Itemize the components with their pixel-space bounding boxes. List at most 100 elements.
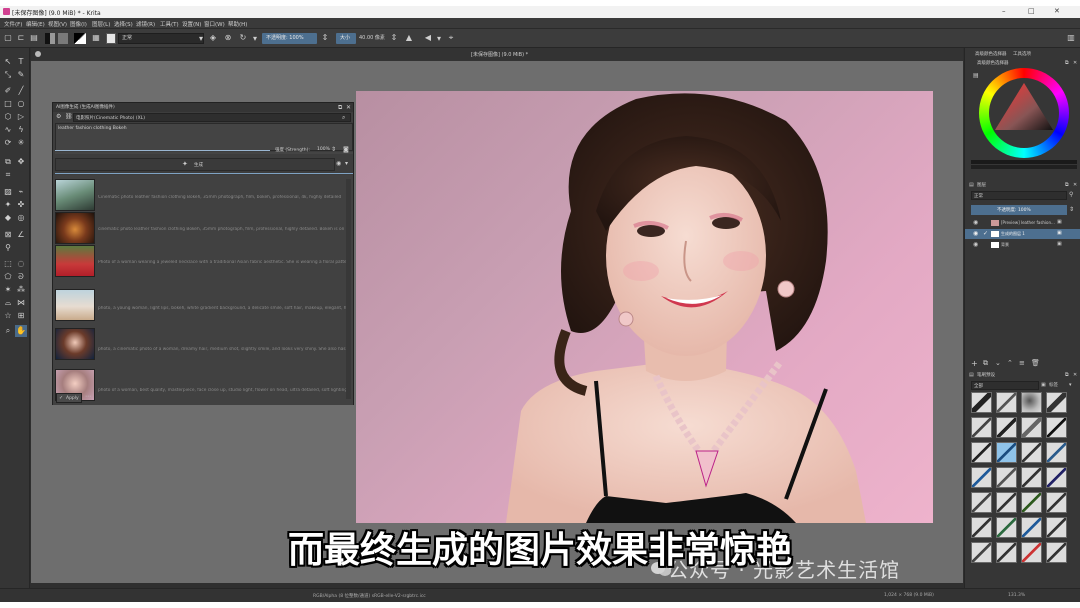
open-file-icon[interactable]: ⊏	[16, 33, 26, 43]
brush-preset[interactable]	[996, 467, 1017, 488]
brush-tag-icon[interactable]: ▣	[1041, 382, 1046, 388]
style-select[interactable]: 电影照片(Cinematic Photo) (XL) ⌕	[73, 113, 351, 122]
menu-tools[interactable]: 工具(T)	[160, 20, 179, 28]
layer-row-selected[interactable]: ◉ ✓ 生成的图层 1 ▣	[965, 229, 1080, 239]
calligraphy-tool-icon[interactable]: ✎	[15, 69, 27, 81]
history-thumbnail[interactable]	[55, 179, 95, 211]
brush-preset[interactable]	[1046, 467, 1067, 488]
history-list[interactable]: Cinematic photo leather fashion clothing…	[53, 175, 353, 405]
colorize-mask-tool-icon[interactable]: ✦	[2, 199, 14, 211]
more-icon[interactable]: ⋯	[85, 393, 91, 400]
freehand-select-tool-icon[interactable]: ᘐ	[15, 271, 27, 283]
brush-preset[interactable]	[996, 492, 1017, 513]
link-icon[interactable]: ⛓	[65, 113, 73, 120]
select-all-tool-icon[interactable]: ⊞	[15, 310, 27, 322]
move-down-icon[interactable]: ⌄	[995, 359, 1001, 367]
pattern-swatch[interactable]	[58, 33, 68, 44]
maximize-button[interactable]: □	[1028, 7, 1035, 15]
menu-file[interactable]: 文件(F)	[4, 20, 22, 28]
brush-preset-icon[interactable]	[106, 33, 116, 44]
select-shape-tool-icon[interactable]: ↖	[2, 56, 14, 68]
size-stepper-icon[interactable]: ⇕	[389, 33, 399, 43]
gradient-tool-icon[interactable]: ▨	[2, 186, 14, 198]
close-button[interactable]: ✕	[1054, 7, 1060, 15]
visibility-icon[interactable]: ◉	[973, 219, 978, 226]
text-tool-icon[interactable]: T	[15, 56, 27, 68]
brush-preset[interactable]	[996, 417, 1017, 438]
mirror-vertical-icon[interactable]: ◀	[423, 33, 433, 43]
add-layer-icon[interactable]: +	[971, 359, 978, 368]
rect-select-tool-icon[interactable]: ⬚	[2, 258, 14, 270]
brush-settings-icon[interactable]: ▦	[91, 33, 101, 43]
filter-icon[interactable]: ⚲	[1069, 191, 1073, 198]
close-icon[interactable]: ✕	[1073, 182, 1077, 188]
history-thumbnail[interactable]	[55, 212, 95, 244]
menu-image[interactable]: 图像(I)	[70, 20, 87, 28]
brush-preset[interactable]	[971, 467, 992, 488]
generate-button[interactable]: ✦ 生成	[55, 158, 335, 171]
move-tool-icon[interactable]: ✥	[15, 156, 27, 168]
pan-tool-icon[interactable]: ✋	[15, 325, 27, 337]
layer-opacity-slider[interactable]: 不透明度: 100%	[971, 205, 1067, 215]
tab-close-icon[interactable]	[35, 51, 41, 57]
visibility-icon[interactable]: ◉	[973, 230, 978, 237]
delete-layer-icon[interactable]: 🗑	[1031, 359, 1040, 367]
apply-button[interactable]: ✓ Apply	[56, 393, 82, 403]
brush-preset-selected[interactable]	[996, 442, 1017, 463]
new-document-icon[interactable]: ▢	[3, 33, 13, 43]
history-thumbnail[interactable]	[55, 328, 95, 360]
color-settings-icon[interactable]: ▤	[973, 72, 979, 79]
menu-layer[interactable]: 图层(L)	[92, 20, 110, 28]
menu-filter[interactable]: 滤镜(R)	[136, 20, 155, 28]
close-icon[interactable]: ✕	[346, 104, 351, 111]
polyline-tool-icon[interactable]: ▷	[15, 111, 27, 123]
color-history-bar[interactable]	[971, 165, 1077, 169]
rectangle-tool-icon[interactable]: □	[2, 98, 14, 110]
chevron-down-icon[interactable]: ▾	[345, 160, 348, 167]
duplicate-layer-icon[interactable]: ⧉	[983, 359, 988, 368]
bezier-select-tool-icon[interactable]: ⌓	[2, 297, 14, 309]
opacity-slider[interactable]: 不透明度: 100%	[262, 33, 317, 44]
history-thumbnail[interactable]	[55, 289, 95, 321]
properties-icon[interactable]: ≡	[1019, 359, 1025, 367]
eraser-mode-icon[interactable]: ◈	[208, 33, 218, 43]
brush-preset[interactable]	[1046, 392, 1067, 413]
freehand-brush-tool-icon[interactable]: ✐	[2, 85, 14, 97]
workspace-icon[interactable]: ▥	[1066, 33, 1076, 43]
color-history-bar[interactable]	[971, 160, 1077, 164]
menu-view[interactable]: 视图(V)	[48, 20, 67, 28]
smart-patch-tool-icon[interactable]: ✜	[15, 199, 27, 211]
color-triangle[interactable]	[979, 68, 1069, 158]
brush-preset[interactable]	[971, 492, 992, 513]
reference-tool-icon[interactable]: ⚲	[2, 242, 14, 254]
size-value[interactable]: 40.00 像素	[356, 33, 388, 44]
menu-help[interactable]: 帮助(H)	[228, 20, 247, 28]
brush-preset[interactable]	[1021, 417, 1042, 438]
minimize-button[interactable]: –	[1002, 7, 1006, 15]
close-icon[interactable]: ✕	[1073, 60, 1077, 66]
brush-preset[interactable]	[1021, 392, 1042, 413]
color-picker-tool-icon[interactable]: ⌁	[15, 186, 27, 198]
wrap-around-icon[interactable]: ⌖	[446, 33, 456, 43]
assistant-tool-icon[interactable]: ⊠	[2, 229, 14, 241]
chevron-down-icon[interactable]: ▾	[1069, 382, 1072, 388]
edit-shape-tool-icon[interactable]: ⤡	[2, 69, 14, 81]
brush-tag-label[interactable]: 标签	[1049, 382, 1058, 388]
float-icon[interactable]: ⧉	[1065, 182, 1069, 188]
color-wheel[interactable]	[979, 68, 1069, 158]
history-thumbnail[interactable]	[55, 245, 95, 277]
menu-edit[interactable]: 编辑(E)	[26, 20, 45, 28]
settings-icon[interactable]: ⚙	[56, 113, 61, 120]
move-up-icon[interactable]: ⌃	[1007, 359, 1013, 367]
menu-settings[interactable]: 设置(N)	[182, 20, 201, 28]
zoom-tool-icon[interactable]: ⌕	[2, 325, 14, 337]
contiguous-select-tool-icon[interactable]: ✶	[2, 284, 14, 296]
layer-row[interactable]: ◉ [Preview] leather fashion... ▣	[965, 218, 1080, 228]
strength-value[interactable]: 100%	[317, 147, 330, 152]
gradient-swatch[interactable]	[45, 33, 55, 44]
visibility-icon[interactable]: ◉	[973, 241, 978, 248]
tab-tool-options[interactable]: 工具选项	[1013, 51, 1031, 57]
brush-preset[interactable]	[1046, 417, 1067, 438]
blend-mode-select[interactable]: 正常	[118, 33, 204, 44]
fill-tool-icon[interactable]: ◆	[2, 212, 14, 224]
